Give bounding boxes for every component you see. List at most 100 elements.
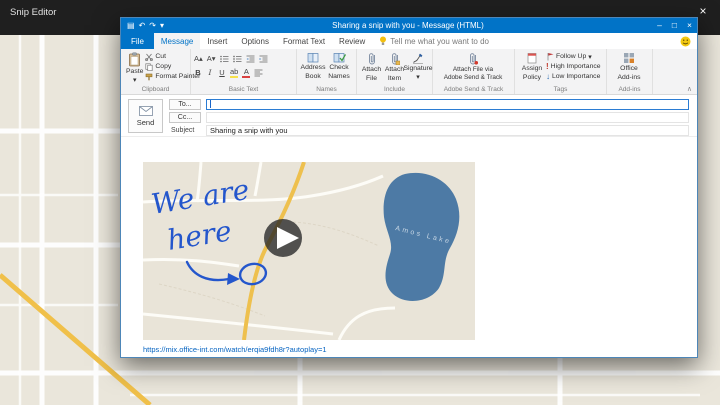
signature-dropdown-icon: ▾ (416, 73, 420, 81)
format-painter-icon (146, 73, 153, 80)
bold-button[interactable]: B (194, 68, 202, 77)
undo-icon[interactable]: ↶ (139, 18, 146, 33)
signature-label: Signature (403, 65, 433, 72)
ribbon-tabs: File Message Insert Options Format Text … (121, 33, 697, 49)
follow-up-flag-icon (547, 53, 554, 61)
group-adobe: Attach File via Adobe Send & Track Adobe… (433, 49, 515, 94)
attach-item-label-2: Item (387, 74, 402, 82)
clipboard-group-label: Clipboard (141, 86, 170, 93)
attach-file-label-1: Attach (361, 66, 382, 73)
paste-button[interactable]: Paste ▾ (124, 51, 145, 85)
copy-label: Copy (155, 63, 172, 70)
assign-policy-label-2: Policy (522, 73, 542, 81)
text-highlight-button[interactable]: ab (230, 67, 239, 78)
tab-options[interactable]: Options (234, 33, 276, 49)
text-caret (210, 100, 211, 108)
lightbulb-icon (380, 36, 387, 45)
underline-button[interactable]: U (218, 68, 226, 77)
check-names-icon (333, 53, 346, 63)
addins-group-label: Add-ins (618, 86, 641, 93)
snip-image[interactable]: Amos Lake We are here (143, 162, 475, 340)
high-importance-label: High Importance (550, 63, 601, 70)
to-button[interactable]: To... (169, 98, 201, 110)
cc-button[interactable]: Cc... (169, 111, 201, 123)
cc-input[interactable] (206, 111, 689, 123)
italic-button[interactable]: I (206, 68, 214, 77)
adobe-attach-label-1: Attach File via (452, 66, 494, 73)
low-importance-label: Low Importance (552, 73, 601, 80)
numbering-icon[interactable] (232, 55, 242, 63)
group-clipboard: Paste ▾ Cut Copy Format Painter Clipboar… (121, 49, 200, 94)
bullets-icon[interactable] (219, 55, 229, 63)
tab-file[interactable]: File (121, 33, 154, 49)
low-importance-icon: ↓ (546, 72, 550, 81)
redo-icon[interactable]: ↷ (149, 18, 156, 33)
cut-label: Cut (155, 53, 166, 60)
ribbon: Paste ▾ Cut Copy Format Painter Clipboar… (121, 49, 697, 95)
tab-format-text[interactable]: Format Text (276, 33, 332, 49)
group-include: Attach File Attach Item Signature ▾ Incl… (357, 49, 433, 94)
attach-file-label-2: File (366, 74, 377, 82)
assign-policy-label-1: Assign (521, 65, 543, 72)
attach-file-button[interactable]: Attach File (360, 51, 383, 83)
minimize-button[interactable]: – (652, 18, 667, 33)
follow-up-dropdown-icon: ▾ (588, 53, 592, 61)
tell-me-box[interactable]: Tell me what you want to do (372, 33, 496, 49)
feedback-smiley-icon[interactable] (680, 36, 691, 47)
align-icon[interactable] (254, 69, 263, 77)
copy-icon (145, 62, 153, 71)
check-names-label-2: Names (328, 72, 350, 80)
group-addins: Office Add-ins Add-ins (607, 49, 653, 94)
group-basic-text: A▴ A▾ B I U ab A Basic Text (191, 49, 297, 94)
paste-dropdown-icon: ▾ (132, 76, 137, 84)
high-importance-button[interactable]: ! High Importance (546, 62, 601, 71)
compose-header: Send To... Cc... Subject Sharing a snip … (121, 95, 697, 137)
message-body[interactable]: Amos Lake We are here https://mix.office… (121, 137, 697, 357)
decrease-indent-icon[interactable] (246, 55, 255, 63)
office-addins-icon (624, 53, 634, 63)
play-button[interactable] (264, 219, 302, 257)
outlook-titlebar: ▤ ↶ ↷ ▾ Sharing a snip with you - Messag… (121, 18, 697, 33)
app-title: Snip Editor (10, 7, 57, 18)
follow-up-button[interactable]: Follow Up ▾ (546, 52, 601, 61)
check-names-button[interactable]: Check Names (326, 51, 352, 81)
address-book-label-1: Address (300, 64, 326, 71)
low-importance-button[interactable]: ↓ Low Importance (546, 72, 601, 81)
group-names: Address Book Check Names Names (297, 49, 357, 94)
assign-policy-button[interactable]: Assign Policy (518, 51, 546, 82)
high-importance-icon: ! (546, 62, 549, 71)
adobe-attach-button[interactable]: Attach File via Adobe Send & Track (436, 51, 510, 82)
tab-insert[interactable]: Insert (200, 33, 234, 49)
send-button[interactable]: Send (128, 99, 163, 133)
paperclip-icon (368, 53, 375, 65)
tab-review[interactable]: Review (332, 33, 372, 49)
collapse-ribbon-icon[interactable]: ∧ (687, 85, 692, 93)
tell-me-label: Tell me what you want to do (390, 36, 489, 46)
check-names-label-1: Check (329, 64, 349, 71)
include-group-label: Include (384, 86, 405, 93)
address-book-label-2: Book (305, 72, 321, 80)
tab-message[interactable]: Message (153, 33, 201, 49)
basic-text-group-label: Basic Text (228, 86, 259, 93)
increase-indent-icon[interactable] (259, 55, 268, 63)
close-button[interactable]: × (682, 18, 697, 33)
adobe-paperclip-icon (470, 53, 478, 65)
subject-input[interactable]: Sharing a snip with you (206, 124, 689, 136)
office-addins-button[interactable]: Office Add-ins (610, 51, 648, 82)
maximize-button[interactable]: □ (667, 18, 682, 33)
video-link[interactable]: https://mix.office-int.com/watch/erqia9f… (143, 345, 327, 354)
shrink-font-button[interactable]: A▾ (207, 54, 216, 63)
save-icon[interactable]: ▤ (127, 18, 135, 33)
signature-button[interactable]: Signature ▾ (403, 51, 433, 82)
signature-icon (413, 53, 423, 64)
to-input[interactable] (206, 98, 689, 110)
font-color-button[interactable]: A (242, 67, 251, 78)
paste-icon (129, 52, 141, 67)
attach-item-icon (391, 53, 400, 65)
tags-mini-column: Follow Up ▾ ! High Importance ↓ Low Impo… (546, 51, 601, 81)
address-book-button[interactable]: Address Book (300, 51, 326, 81)
address-book-icon (307, 53, 318, 63)
tabs-spacer (496, 33, 680, 49)
group-tags: Assign Policy Follow Up ▾ ! High Importa… (515, 49, 607, 94)
grow-font-button[interactable]: A▴ (194, 54, 203, 63)
